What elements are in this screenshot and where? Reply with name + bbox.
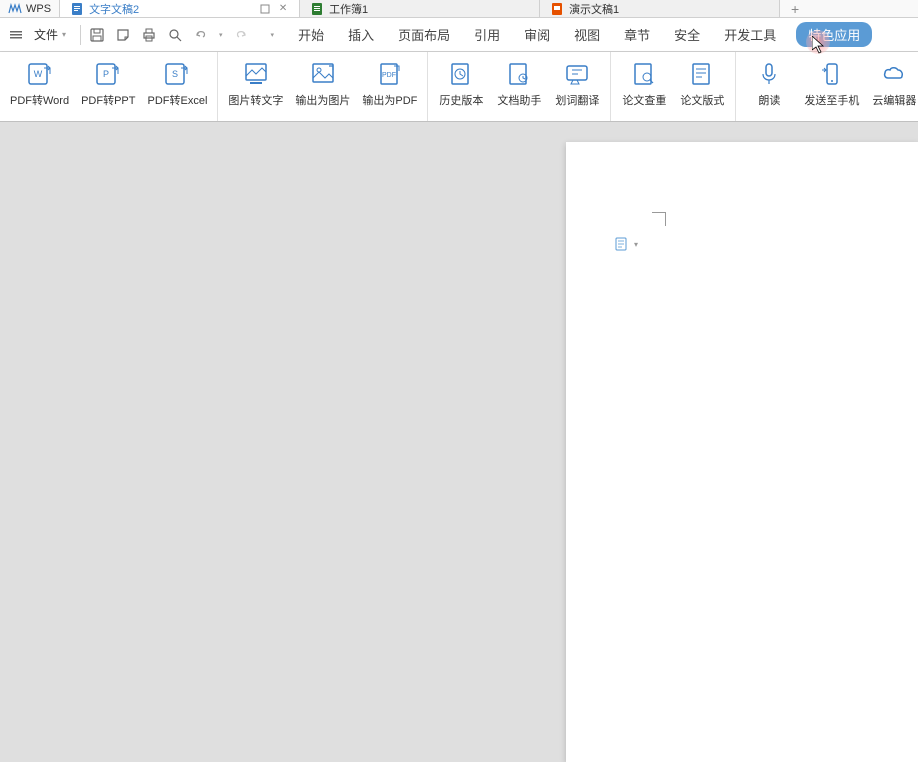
menu-tabs: 开始 插入 页面布局 引用 审阅 视图 章节 安全 开发工具 特色应用	[294, 22, 872, 47]
translate-icon	[563, 60, 591, 88]
doc-helper-icon	[505, 60, 533, 88]
app-name: WPS	[26, 3, 51, 15]
microphone-icon	[755, 60, 783, 88]
redo-icon[interactable]	[233, 27, 249, 43]
undo-icon[interactable]	[193, 27, 209, 43]
menu-bar: 文件 ▾ ▾ ▾ 开始 插入 页面布局 引用 审阅 视图 章节 安全	[0, 18, 918, 52]
more-dropdown-icon[interactable]: ▾	[271, 31, 275, 39]
title-bar: WPS 文字文稿2 ✕ 工作簿1 演示文稿1 +	[0, 0, 918, 18]
svg-text:P: P	[103, 69, 109, 79]
file-menu[interactable]: 文件 ▾	[28, 26, 72, 43]
cloud-icon	[880, 60, 908, 88]
print-icon[interactable]	[141, 27, 157, 43]
doc-tab-2[interactable]: 演示文稿1	[540, 0, 780, 17]
document-page[interactable]: ▾	[566, 142, 918, 762]
export-img-icon	[309, 60, 337, 88]
cloud-editor-button[interactable]: 云编辑器	[865, 58, 918, 115]
cursor-pointer-icon	[812, 36, 826, 57]
export-pdf-icon: PDF	[376, 60, 404, 88]
pdf-word-icon: W	[26, 60, 54, 88]
translation-button[interactable]: 划词翻译	[548, 58, 606, 115]
image-to-text-button[interactable]: 图片转文字	[222, 58, 289, 115]
doc-tab-label: 文字文稿2	[89, 1, 139, 17]
separator	[80, 25, 81, 45]
ribbon-group-paper: 论文查重 论文版式	[611, 52, 736, 121]
menu-tab-start[interactable]: 开始	[294, 23, 328, 46]
doc-tab-1[interactable]: 工作簿1	[300, 0, 540, 17]
menu-tab-references[interactable]: 引用	[470, 23, 504, 46]
export-as-pdf-button[interactable]: PDF 输出为PDF	[356, 58, 423, 115]
quick-actions: ▾ ▾	[89, 27, 274, 43]
save-as-icon[interactable]	[115, 27, 131, 43]
ribbon-group-misc: 朗读 发送至手机 云编辑器	[736, 52, 918, 121]
chevron-down-icon: ▾	[634, 240, 638, 249]
ribbon-group-tools: 历史版本 文档助手 划词翻译	[428, 52, 611, 121]
phone-icon	[818, 60, 846, 88]
paper-format-icon	[688, 60, 716, 88]
read-aloud-button[interactable]: 朗读	[740, 58, 798, 115]
svg-text:S: S	[172, 69, 178, 79]
svg-text:W: W	[33, 69, 42, 79]
menu-tab-layout[interactable]: 页面布局	[394, 23, 454, 46]
doc-tab-0[interactable]: 文字文稿2 ✕	[60, 0, 300, 17]
history-icon	[447, 60, 475, 88]
paper-format-button[interactable]: 论文版式	[673, 58, 731, 115]
page-margin-indicator	[652, 212, 666, 226]
external-window-icon[interactable]	[259, 3, 271, 15]
pdf-to-excel-button[interactable]: S PDF转Excel	[142, 58, 214, 115]
pdf-excel-icon: S	[163, 60, 191, 88]
doc-tab-label: 工作簿1	[329, 1, 368, 17]
pdf-to-word-button[interactable]: W PDF转Word	[4, 58, 75, 115]
export-as-image-button[interactable]: 输出为图片	[289, 58, 356, 115]
menu-tab-dev-tools[interactable]: 开发工具	[720, 23, 780, 46]
pdf-to-ppt-button[interactable]: P PDF转PPT	[75, 58, 141, 115]
presentation-icon	[550, 2, 564, 16]
document-helper-button[interactable]: 文档助手	[490, 58, 548, 115]
wps-logo-icon	[8, 2, 22, 16]
doc-tab-label: 演示文稿1	[569, 1, 619, 17]
hamburger-menu[interactable]	[4, 29, 28, 41]
menu-tab-review[interactable]: 审阅	[520, 23, 554, 46]
pdf-ppt-icon: P	[94, 60, 122, 88]
document-editing-area[interactable]: ▾	[0, 122, 918, 762]
svg-text:PDF: PDF	[382, 72, 396, 79]
send-to-phone-button[interactable]: 发送至手机	[798, 58, 865, 115]
app-tab-wps[interactable]: WPS	[0, 0, 60, 17]
page-style-icon	[614, 236, 630, 252]
print-preview-icon[interactable]	[167, 27, 183, 43]
menu-tab-section[interactable]: 章节	[620, 23, 654, 46]
paper-check-icon	[630, 60, 658, 88]
chevron-down-icon: ▾	[62, 30, 66, 39]
history-versions-button[interactable]: 历史版本	[432, 58, 490, 115]
ribbon-group-pdf: W PDF转Word P PDF转PPT S PDF转Excel	[0, 52, 218, 121]
ribbon-group-convert: 图片转文字 输出为图片 PDF 输出为PDF	[218, 52, 428, 121]
new-tab-button[interactable]: +	[780, 0, 810, 17]
ribbon: W PDF转Word P PDF转PPT S PDF转Excel 图片转文字	[0, 52, 918, 122]
page-style-dropdown[interactable]: ▾	[614, 236, 638, 252]
menu-tab-view[interactable]: 视图	[570, 23, 604, 46]
sheet-icon	[310, 2, 324, 16]
save-icon[interactable]	[89, 27, 105, 43]
close-tab-icon[interactable]: ✕	[277, 3, 289, 15]
menu-tab-security[interactable]: 安全	[670, 23, 704, 46]
hamburger-icon	[10, 29, 22, 41]
img-text-icon	[242, 60, 270, 88]
menu-tab-insert[interactable]: 插入	[344, 23, 378, 46]
paper-check-button[interactable]: 论文查重	[615, 58, 673, 115]
doc-icon	[70, 2, 84, 16]
undo-dropdown-icon[interactable]: ▾	[219, 31, 223, 39]
